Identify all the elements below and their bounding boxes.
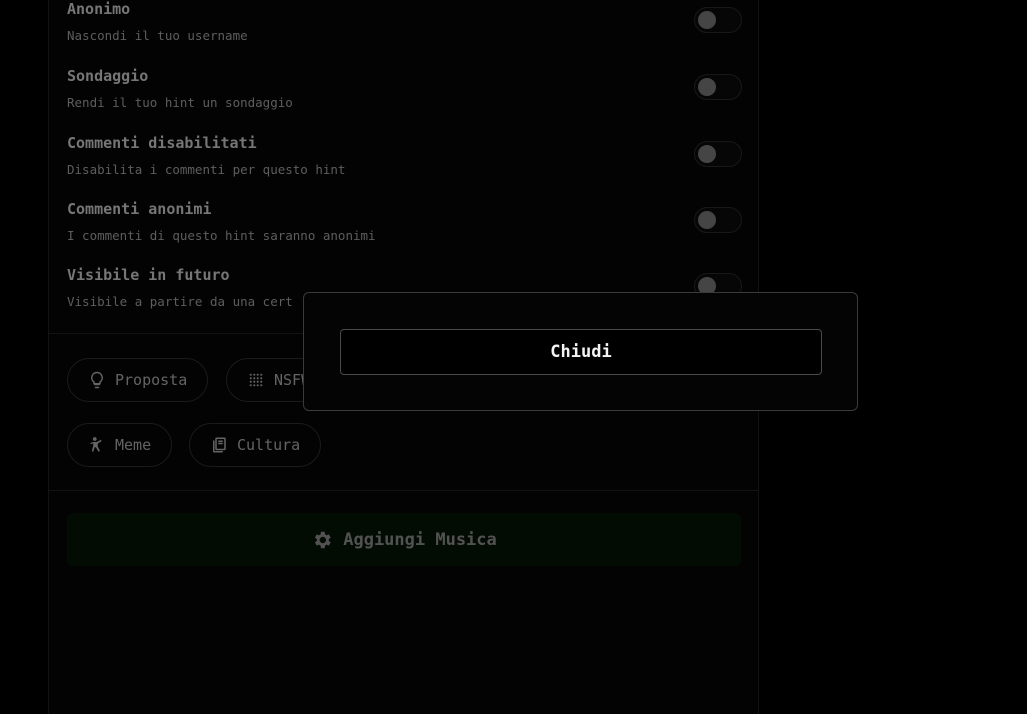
modal-dialog: Chiudi	[303, 292, 858, 411]
close-button[interactable]: Chiudi	[340, 329, 822, 375]
